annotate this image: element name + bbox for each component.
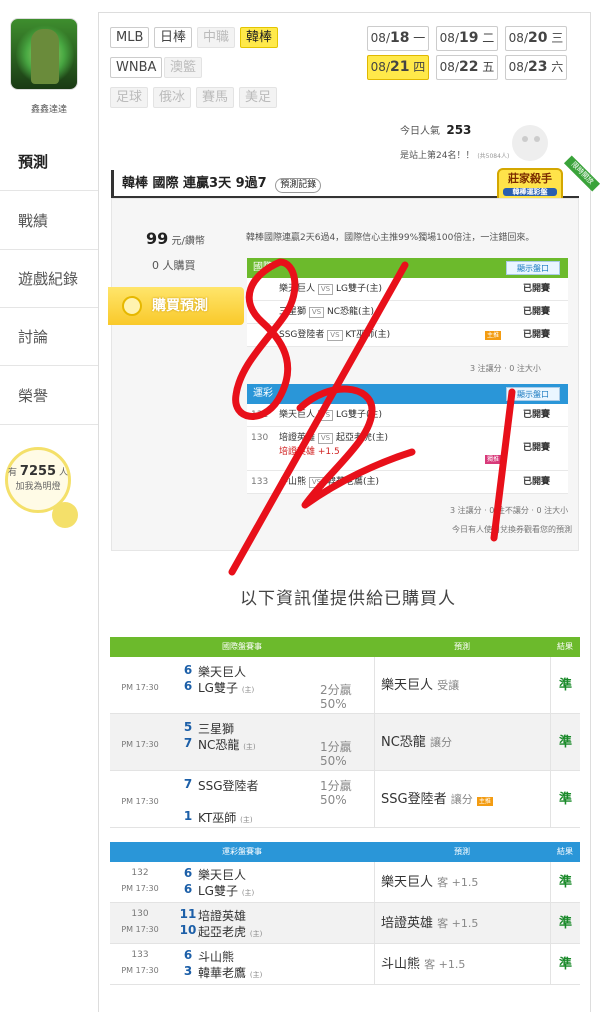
fan-suffix: 人 <box>58 468 68 478</box>
table-row: 133 PM 17:30 6 斗山熊 3 韓華老鷹 (主) 斗山熊 客 +1.5 準 <box>110 944 580 985</box>
sport-kbo[interactable]: 韓棒 <box>240 27 279 48</box>
preview-intl-table: 國際 顯示盤口 樂天巨人 VS LG雙子(主) 已開賽 三星獅 VS NC恐龍(主)… <box>247 258 568 347</box>
popularity: 今日人氣 253 <box>400 123 472 137</box>
date-0822[interactable]: 08/22 五 <box>436 55 498 80</box>
record-button[interactable]: 預測記錄 <box>275 178 322 193</box>
list-item: 133 斗山熊 VS 韓華老鷹(主) 已開賽 <box>247 471 568 494</box>
show-odds-link[interactable]: 顯示盤口 <box>506 387 560 401</box>
table-row: 132 PM 17:30 6 樂天巨人 6 LG雙子 (主) 樂天巨人 客 +1.5 … <box>110 862 580 903</box>
date-0820[interactable]: 08/20 三 <box>505 26 567 51</box>
nav-game-log[interactable]: 遊戲紀錄 <box>0 250 98 308</box>
intl-table-header: 國際盤賽事 預測 結果 <box>110 637 580 657</box>
table-row: 130 PM 17:30 11 培證英雄 10 起亞老虎 (主) 培證英雄 客 +1.… <box>110 903 580 944</box>
nav-discussion[interactable]: 討論 <box>0 308 98 366</box>
price: 99 元/鑽幣 <box>146 229 205 248</box>
list-item: 樂天巨人 VS LG雙子(主) 已開賽 <box>247 278 568 301</box>
fan-text: 加我為明燈 <box>15 482 61 492</box>
preview-sports-table: 運彩 顯示盤口 132 樂天巨人 VS LG雙子(主) 已開賽 130 培證英雄 VS … <box>247 384 568 494</box>
sport-npb[interactable]: 日棒 <box>154 27 193 48</box>
show-odds-link[interactable]: 顯示盤口 <box>506 261 560 275</box>
foot-note: 今日有人使用兌換券觀看您的預測 <box>452 525 572 534</box>
date-0823[interactable]: 08/23 六 <box>505 55 567 80</box>
nav-predict[interactable]: 預測 <box>0 133 98 191</box>
date-0818[interactable]: 08/18 一 <box>367 26 429 51</box>
summary-text: 韓棒國際連贏2天6過4，國際信心主推99%獨場100倍注，一注錯回來。 <box>246 233 535 243</box>
sport-nbl[interactable]: 澳籃 <box>164 57 203 78</box>
sports-foot: 3 注讓分 · 0 注不讓分 · 0 注大小 <box>450 506 569 515</box>
buy-prediction-button[interactable]: 購買預測 <box>108 287 244 325</box>
fan-lightbulb[interactable]: 有 7255 人 加我為明燈 <box>5 447 78 528</box>
sports-table-header: 運彩盤賽事 預測 結果 <box>110 842 580 862</box>
nav-honor[interactable]: 榮譽 <box>0 367 98 425</box>
list-item: 三星獅 VS NC恐龍(主) 已開賽 <box>247 301 568 324</box>
intl-foot: 3 注讓分 · 0 注大小 <box>470 364 541 373</box>
header-title: 韓棒 國際 連贏3天 9過7 <box>122 176 267 191</box>
sport-mlb[interactable]: MLB <box>110 27 150 48</box>
sport-nfl[interactable]: 美足 <box>239 87 278 108</box>
sport-khl[interactable]: 俄冰 <box>153 87 192 108</box>
list-item: 132 樂天巨人 VS LG雙子(主) 已開賽 <box>247 404 568 427</box>
table-row: PM 17:30 7 SSG登陸者 1 KT巫師 (主) 1分贏 50% SSG登陸者… <box>110 771 580 828</box>
table-row: PM 17:30 6 樂天巨人 6 LG雙子 (主) 2分贏 50% 樂天巨人 受讓 … <box>110 657 580 714</box>
coin-icon <box>122 296 142 316</box>
sport-cpbl[interactable]: 中職 <box>197 27 236 48</box>
buyers: 0 人購買 <box>152 259 196 272</box>
sidebar: 鑫鑫達達 預測 戰績 遊戲紀錄 討論 榮譽 有 7255 人 加我為明燈 <box>0 0 98 1000</box>
popularity-rank: 是站上第24名！！ (共5084人) <box>400 151 510 161</box>
nav-record[interactable]: 戰績 <box>0 192 98 250</box>
sport-soccer[interactable]: 足球 <box>110 87 149 108</box>
sport-wnba[interactable]: WNBA <box>110 57 163 78</box>
buyers-only-notice: 以下資訊僅提供給已購買人 <box>240 589 456 609</box>
list-item: 130 培證英雄 VS 起亞老虎(主) 培證英雄 +1.5 獨推 已開賽 <box>247 427 568 471</box>
mascot-icon <box>512 125 548 161</box>
sport-horse[interactable]: 賽馬 <box>196 87 235 108</box>
date-0819[interactable]: 08/19 二 <box>436 26 498 51</box>
avatar[interactable] <box>10 18 78 90</box>
username: 鑫鑫達達 <box>30 105 67 115</box>
fan-count: 7255 <box>19 464 57 479</box>
fan-prefix: 有 <box>8 468 18 478</box>
lightbulb-icon <box>52 502 78 528</box>
list-item: SSG登陸者 VS KT巫師(主) 主推 已開賽 <box>247 324 568 347</box>
date-0821[interactable]: 08/21 四 <box>367 55 429 80</box>
table-row: PM 17:30 5 三星獅 7 NC恐龍 (主) 1分贏 50% NC恐龍 讓分 準 <box>110 714 580 771</box>
preview-box <box>111 198 579 551</box>
